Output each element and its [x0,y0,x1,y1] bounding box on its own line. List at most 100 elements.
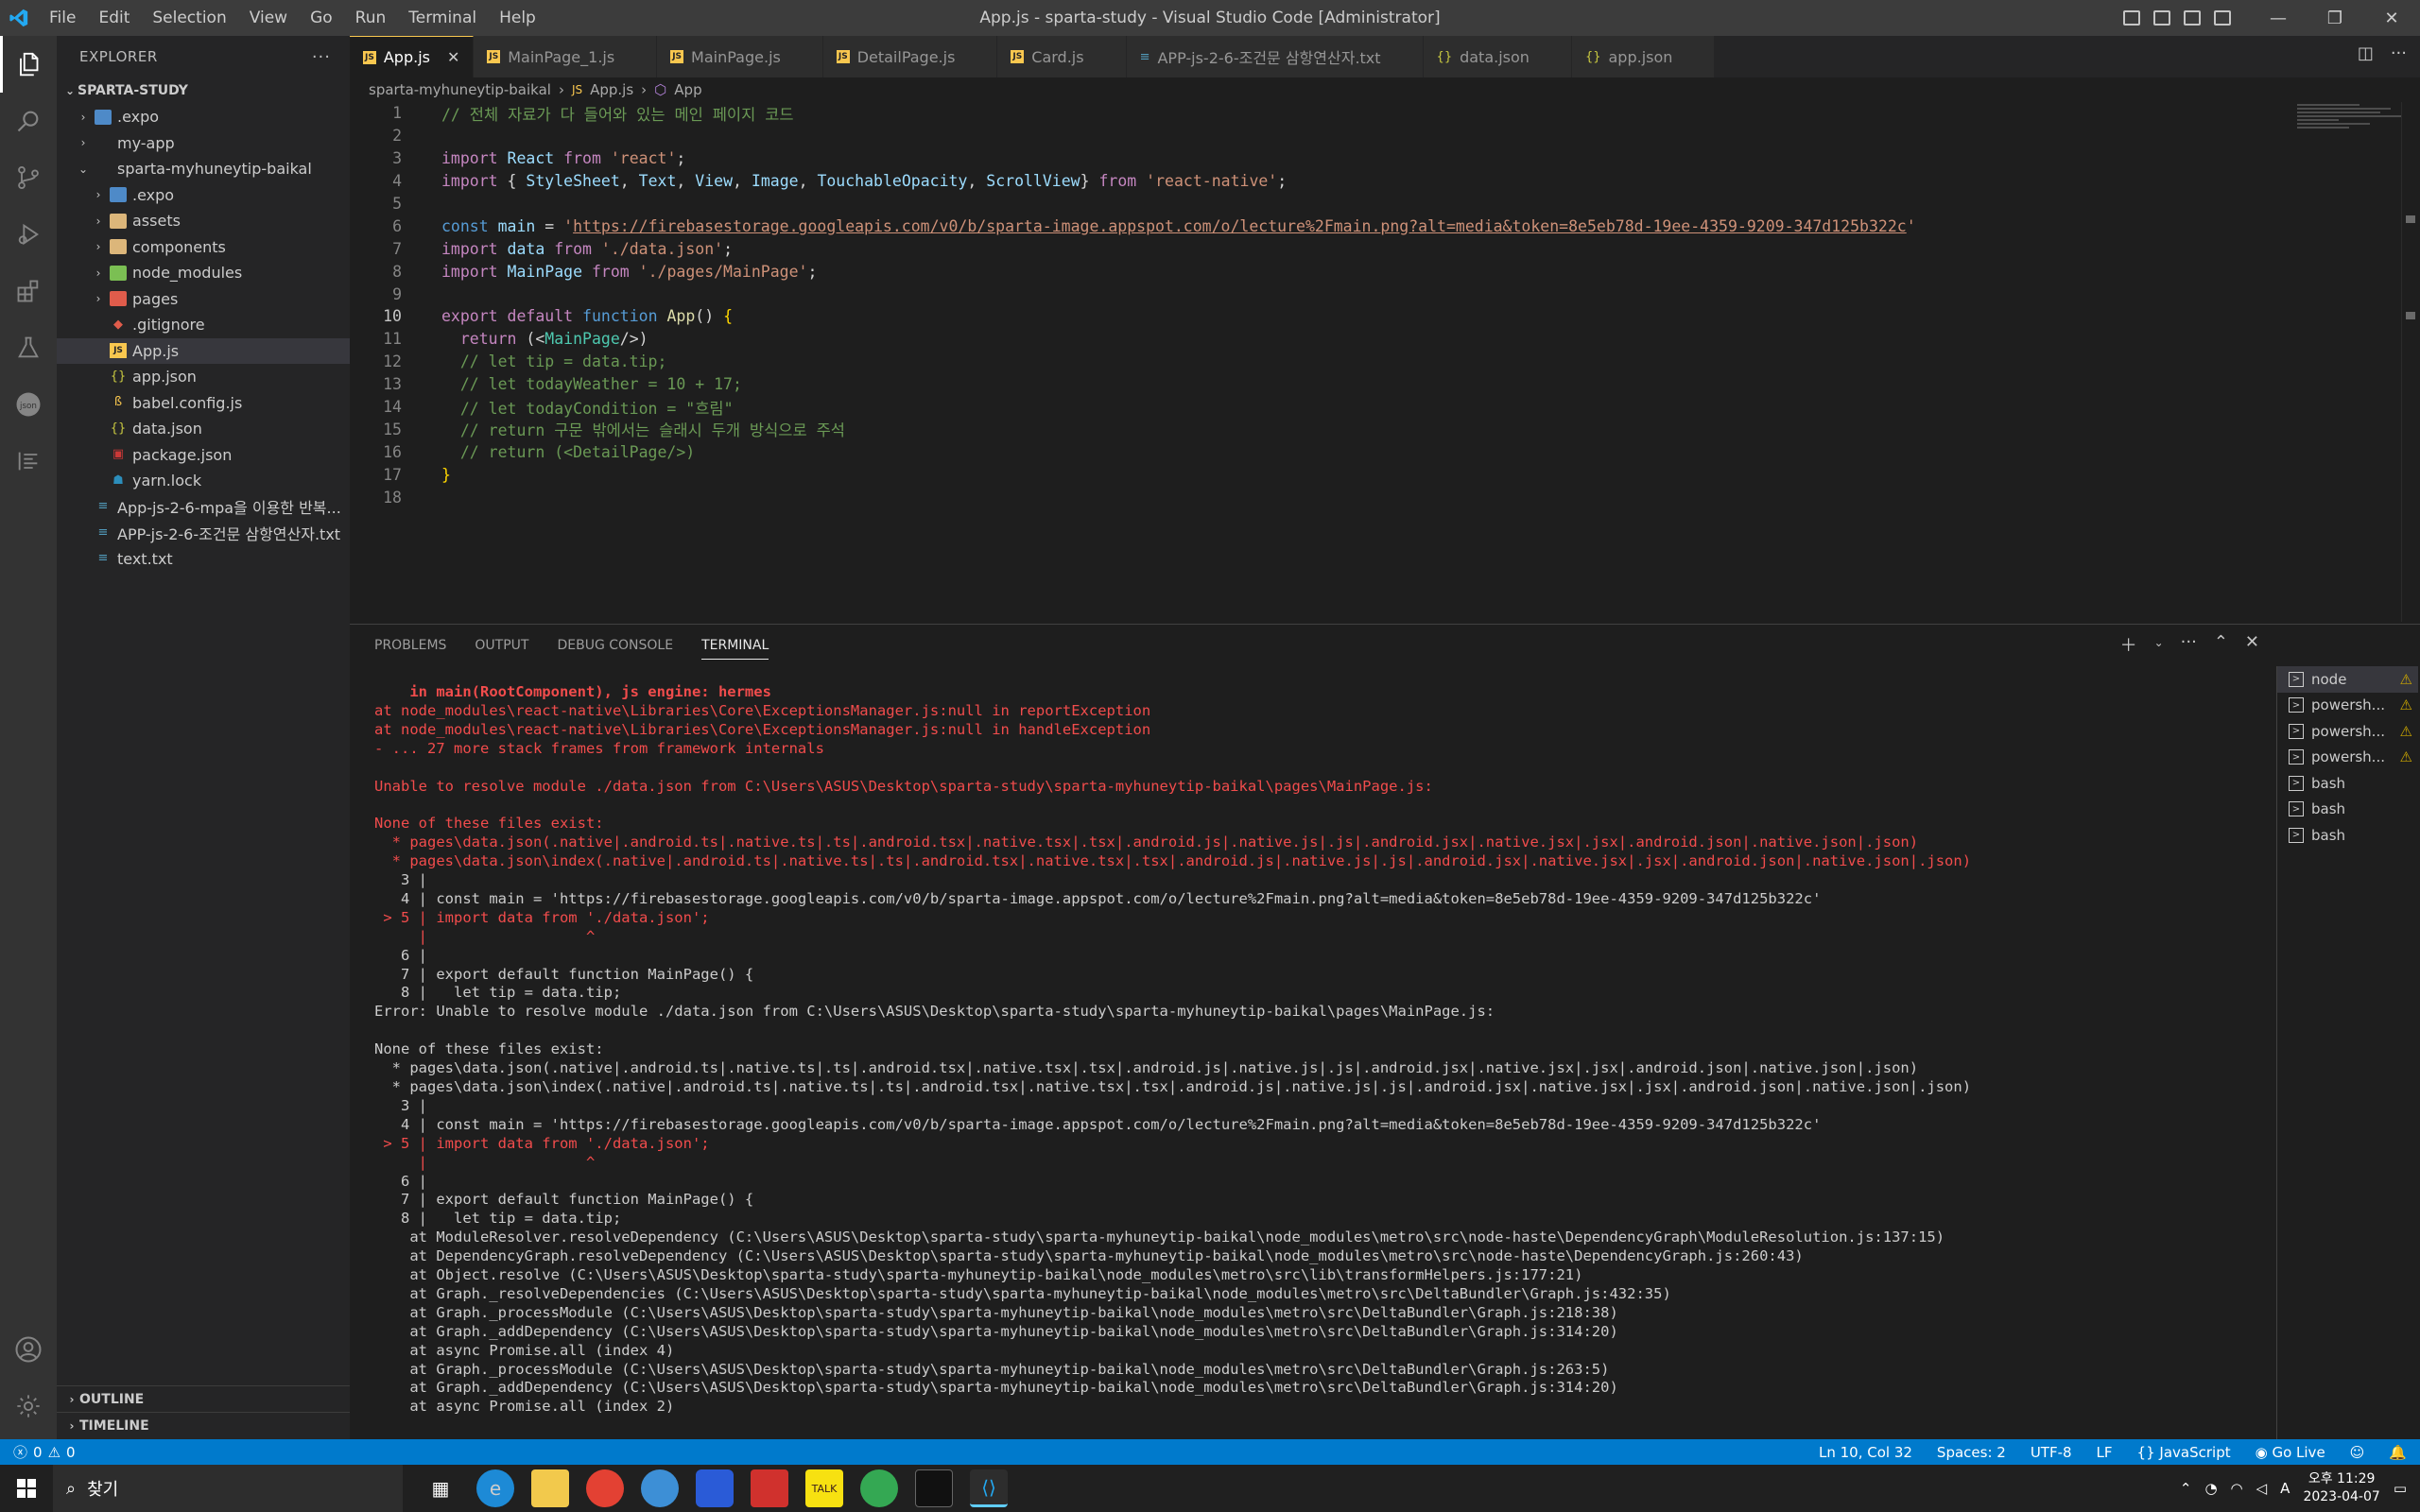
timeline-section[interactable]: › TIMELINE [57,1412,350,1438]
file-tree-item[interactable]: ≡ text.txt [57,546,350,573]
testing-icon[interactable] [0,319,57,376]
menu-view[interactable]: View [238,0,299,36]
file-tree-item[interactable]: ☗ yarn.lock [57,468,350,494]
more-actions-icon[interactable]: ··· [312,47,331,67]
outline-section[interactable]: › OUTLINE [57,1385,350,1412]
breadcrumb-file[interactable]: App.js [590,81,633,98]
chevron-up-icon[interactable]: ⌃ [2180,1480,2192,1497]
file-tree-item[interactable]: ≡ APP-js-2-6-조건문 삼항연산자.txt [57,520,350,546]
panel-tab-output[interactable]: OUTPUT [475,638,528,653]
toggle-panel-icon[interactable] [2153,10,2170,26]
file-tree-item[interactable]: ß babel.config.js [57,390,350,417]
editor-scrollbar[interactable] [2401,102,2420,622]
editor-tab[interactable]: JS DetailPage.js [822,36,998,77]
cursor-position[interactable]: Ln 10, Col 32 [1819,1444,1912,1461]
chrome-icon[interactable] [860,1469,898,1507]
menu-edit[interactable]: Edit [87,0,141,36]
file-tree-item[interactable]: › components [57,234,350,261]
network-icon[interactable]: ◔ [2204,1480,2217,1497]
timeline-view-icon[interactable] [0,433,57,490]
file-tree-item[interactable]: › .expo [57,104,350,130]
terminal-instance[interactable]: > bash [2277,770,2418,797]
file-tree-item[interactable]: JS App.js [57,337,350,364]
run-debug-icon[interactable] [0,206,57,263]
terminal-instance[interactable]: > powersh... ⚠ [2277,718,2418,745]
file-tree-item[interactable]: ⌄ sparta-myhuneytip-baikal [57,156,350,182]
notification-center-icon[interactable]: ▭ [2394,1480,2407,1497]
account-icon[interactable] [0,1321,57,1378]
kakaotalk-icon[interactable]: TALK [805,1469,843,1507]
panel-tab-debug-console[interactable]: DEBUG CONSOLE [557,638,673,653]
menu-go[interactable]: Go [299,0,344,36]
new-terminal-icon[interactable]: ＋ [2120,632,2137,657]
minimize-icon[interactable]: — [2250,0,2307,36]
taskbar-search[interactable]: ⌕ 찾기 [53,1465,403,1512]
workspace-root[interactable]: ⌄ SPARTA-STUDY [57,77,350,104]
terminal-output[interactable]: in main(RootComponent), js engine: herme… [374,683,2274,1417]
edge-icon[interactable]: e [476,1469,514,1507]
editor-tab[interactable]: ≡ APP-js-2-6-조건문 삼항연산자.txt [1126,36,1424,77]
vscode-taskbar-icon[interactable]: ⟨⟩ [970,1469,1008,1507]
terminal-instance[interactable]: > bash [2277,822,2418,849]
input-language[interactable]: A [2280,1480,2290,1497]
file-tree-item[interactable]: › .expo [57,182,350,209]
notifications-icon[interactable]: 🔔 [2389,1444,2407,1461]
code-editor[interactable]: 1 // 전체 자료가 다 들어와 있는 메인 페이지 코드 2 3 import Re… [350,102,2420,622]
file-tree-item[interactable]: {} app.json [57,364,350,390]
indentation[interactable]: Spaces: 2 [1937,1444,2006,1461]
terminal-instance[interactable]: > bash [2277,797,2418,823]
explorer-icon[interactable] [0,36,57,93]
more-actions-icon[interactable]: ··· [2391,43,2407,63]
file-tree-item[interactable]: ≡ App-js-2-6-mpa을 이용한 반복... [57,494,350,521]
menu-selection[interactable]: Selection [141,0,237,36]
file-tree-item[interactable]: ◆ .gitignore [57,312,350,338]
volume-icon[interactable]: ◁ [2256,1480,2268,1497]
menu-file[interactable]: File [38,0,87,36]
file-tree-item[interactable]: {} data.json [57,416,350,442]
breadcrumb-folder[interactable]: sparta-myhuneytip-baikal [369,81,551,98]
menu-help[interactable]: Help [488,0,547,36]
clock[interactable]: 오후 11:29 2023-04-07 [2303,1470,2379,1506]
manage-gear-icon[interactable] [0,1378,57,1435]
editor-tab[interactable]: {} app.json [1571,36,1716,77]
panel-tab-terminal[interactable]: TERMINAL [701,638,769,660]
minimap[interactable] [2297,102,2401,140]
json-icon[interactable]: json [0,376,57,433]
more-actions-icon[interactable]: ··· [2181,632,2197,657]
source-control-icon[interactable] [0,149,57,206]
file-tree-item[interactable]: ▣ package.json [57,442,350,469]
terminal-app-icon[interactable] [915,1469,953,1507]
file-explorer-icon[interactable] [531,1469,569,1507]
split-editor-icon[interactable]: ◫ [2358,43,2374,63]
go-live[interactable]: ◉ Go Live [2256,1444,2325,1461]
problems-status[interactable]: ⓧ 0 ⚠ 0 [0,1442,76,1462]
editor-tab[interactable]: JS MainPage_1.js [474,36,658,77]
menu-terminal[interactable]: Terminal [397,0,488,36]
maximize-panel-icon[interactable]: ⌃ [2214,632,2228,657]
line-ending[interactable]: LF [2097,1444,2113,1461]
file-tree-item[interactable]: › node_modules [57,260,350,286]
toggle-sidebar-icon[interactable] [2123,10,2140,26]
chrome-icon[interactable] [586,1469,624,1507]
file-tree-item[interactable]: › assets [57,208,350,234]
app-icon[interactable] [696,1469,734,1507]
task-view-icon[interactable]: ▦ [422,1469,459,1507]
terminal-instance[interactable]: > powersh... ⚠ [2277,745,2418,771]
feedback-icon[interactable]: ☺ [2350,1444,2365,1461]
panel-tab-problems[interactable]: PROBLEMS [374,638,446,653]
file-tree-item[interactable]: › pages [57,286,350,313]
start-button[interactable] [0,1465,53,1512]
editor-tab[interactable]: JS MainPage.js [657,36,823,77]
file-tree-item[interactable]: › my-app [57,130,350,157]
extensions-icon[interactable] [0,263,57,319]
editor-tab[interactable]: JS Card.js [997,36,1127,77]
breadcrumb-symbol[interactable]: App [674,81,701,98]
search-icon[interactable] [0,93,57,149]
terminal-instance[interactable]: > powersh... ⚠ [2277,693,2418,719]
toggle-secondary-sidebar-icon[interactable] [2184,10,2201,26]
app-icon[interactable] [641,1469,679,1507]
close-icon[interactable]: ✕ [2363,0,2420,36]
wifi-icon[interactable]: ◠ [2231,1480,2243,1497]
close-tab-icon[interactable]: ✕ [447,48,459,66]
menu-run[interactable]: Run [344,0,398,36]
